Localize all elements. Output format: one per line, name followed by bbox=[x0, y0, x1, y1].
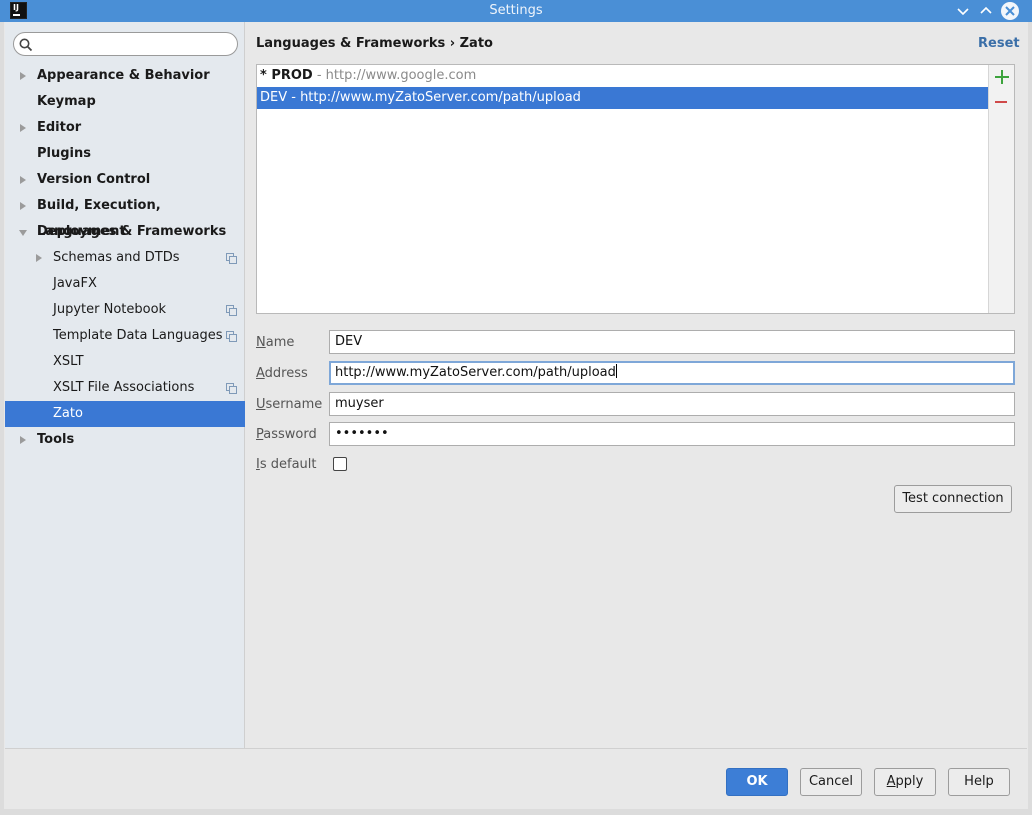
server-name: * PROD bbox=[260, 68, 313, 83]
sidebar-item-label: Tools bbox=[37, 432, 75, 447]
sidebar-item-label: Zato bbox=[53, 406, 83, 421]
apply-button[interactable]: Apply bbox=[874, 768, 936, 796]
is-default-label: Is default bbox=[256, 457, 317, 472]
sidebar-item-label: Jupyter Notebook bbox=[53, 302, 167, 317]
sidebar-item-appearance-behavior[interactable]: Appearance & Behavior bbox=[5, 63, 245, 89]
sidebar-item-editor[interactable]: Editor bbox=[5, 115, 245, 141]
chevron-right-icon[interactable] bbox=[36, 254, 42, 262]
help-button[interactable]: Help bbox=[948, 768, 1010, 796]
sidebar-item-tools[interactable]: Tools bbox=[5, 427, 245, 453]
maximize-icon[interactable] bbox=[977, 2, 995, 20]
test-connection-button[interactable]: Test connection bbox=[894, 485, 1012, 513]
sidebar-item-label: Editor bbox=[37, 120, 82, 135]
window-bottom-edge bbox=[0, 809, 1032, 815]
address-label: Address bbox=[256, 366, 308, 381]
project-settings-icon bbox=[226, 253, 237, 264]
address-field[interactable]: http://www.myZatoServer.com/path/upload bbox=[329, 361, 1015, 385]
sidebar-item-label: Plugins bbox=[37, 146, 91, 161]
sidebar-item-label: XSLT File Associations bbox=[53, 380, 195, 395]
name-label: Name bbox=[256, 335, 295, 350]
sidebar-item-build-execution-deployment[interactable]: Build, Execution, Deployment bbox=[5, 193, 245, 239]
chevron-right-icon[interactable] bbox=[20, 436, 26, 444]
project-settings-icon bbox=[226, 331, 237, 342]
list-item[interactable]: * PROD - http://www.google.com bbox=[257, 65, 988, 87]
is-default-checkbox[interactable] bbox=[333, 457, 347, 471]
sidebar-item-label: Schemas and DTDs bbox=[53, 250, 180, 265]
sidebar-item-label: JavaFX bbox=[53, 276, 97, 291]
breadcrumb: Languages & Frameworks › Zato bbox=[256, 36, 493, 51]
settings-sidebar: Appearance & Behavior Keymap Editor Plug… bbox=[5, 22, 245, 748]
search-input[interactable] bbox=[13, 32, 238, 56]
minimize-icon[interactable] bbox=[954, 2, 972, 20]
remove-icon[interactable] bbox=[995, 101, 1007, 103]
add-icon[interactable] bbox=[995, 70, 1009, 84]
password-field[interactable]: ••••••• bbox=[329, 422, 1015, 446]
sidebar-item-xslt-file-associations[interactable]: XSLT File Associations bbox=[5, 375, 245, 401]
password-label: Password bbox=[256, 427, 317, 442]
sidebar-item-label: Template Data Languages bbox=[53, 328, 223, 343]
window-title: Settings bbox=[489, 3, 543, 18]
list-item[interactable]: DEV - http://www.myZatoServer.com/path/u… bbox=[257, 87, 988, 109]
sidebar-item-template-data-languages[interactable]: Template Data Languages bbox=[5, 323, 245, 349]
sidebar-item-label: XSLT bbox=[53, 354, 84, 369]
sidebar-item-label: Version Control bbox=[37, 172, 151, 187]
ok-button[interactable]: OK bbox=[726, 768, 788, 796]
sidebar-item-keymap[interactable]: Keymap bbox=[5, 89, 245, 115]
chevron-right-icon[interactable] bbox=[20, 72, 26, 80]
sidebar-item-plugins[interactable]: Plugins bbox=[5, 141, 245, 167]
sidebar-item-label: Appearance & Behavior bbox=[37, 68, 210, 83]
sidebar-item-version-control[interactable]: Version Control bbox=[5, 167, 245, 193]
cancel-button[interactable]: Cancel bbox=[800, 768, 862, 796]
reset-link[interactable]: Reset bbox=[978, 36, 1020, 51]
sidebar-item-label: Keymap bbox=[37, 94, 96, 109]
project-settings-icon bbox=[226, 305, 237, 316]
text-caret bbox=[615, 364, 617, 378]
chevron-right-icon[interactable] bbox=[20, 202, 26, 210]
sidebar-item-label: Languages & Frameworks bbox=[37, 224, 227, 239]
name-field[interactable]: DEV bbox=[329, 330, 1015, 354]
list-toolbar bbox=[988, 65, 1014, 313]
server-url: - http://www.google.com bbox=[312, 68, 477, 83]
sidebar-item-xslt[interactable]: XSLT bbox=[5, 349, 245, 375]
sidebar-item-languages-frameworks[interactable]: Languages & Frameworks bbox=[5, 219, 245, 245]
sidebar-item-zato[interactable]: Zato bbox=[5, 401, 245, 427]
sidebar-item-jupyter-notebook[interactable]: Jupyter Notebook bbox=[5, 297, 245, 323]
server-entry: DEV - http://www.myZatoServer.com/path/u… bbox=[260, 90, 581, 105]
close-icon[interactable] bbox=[1001, 2, 1019, 20]
chevron-right-icon[interactable] bbox=[20, 176, 26, 184]
chevron-right-icon[interactable] bbox=[20, 124, 26, 132]
search-icon bbox=[19, 38, 33, 52]
project-settings-icon bbox=[226, 383, 237, 394]
server-list-rows: * PROD - http://www.google.com DEV - htt… bbox=[257, 65, 988, 313]
username-field[interactable]: muyser bbox=[329, 392, 1015, 416]
title-bar: Settings bbox=[0, 0, 1032, 22]
chevron-down-icon[interactable] bbox=[19, 230, 27, 236]
sidebar-item-schemas-dtds[interactable]: Schemas and DTDs bbox=[5, 245, 245, 271]
sidebar-item-javafx[interactable]: JavaFX bbox=[5, 271, 245, 297]
server-list: * PROD - http://www.google.com DEV - htt… bbox=[256, 64, 1015, 314]
username-label: Username bbox=[256, 397, 323, 412]
